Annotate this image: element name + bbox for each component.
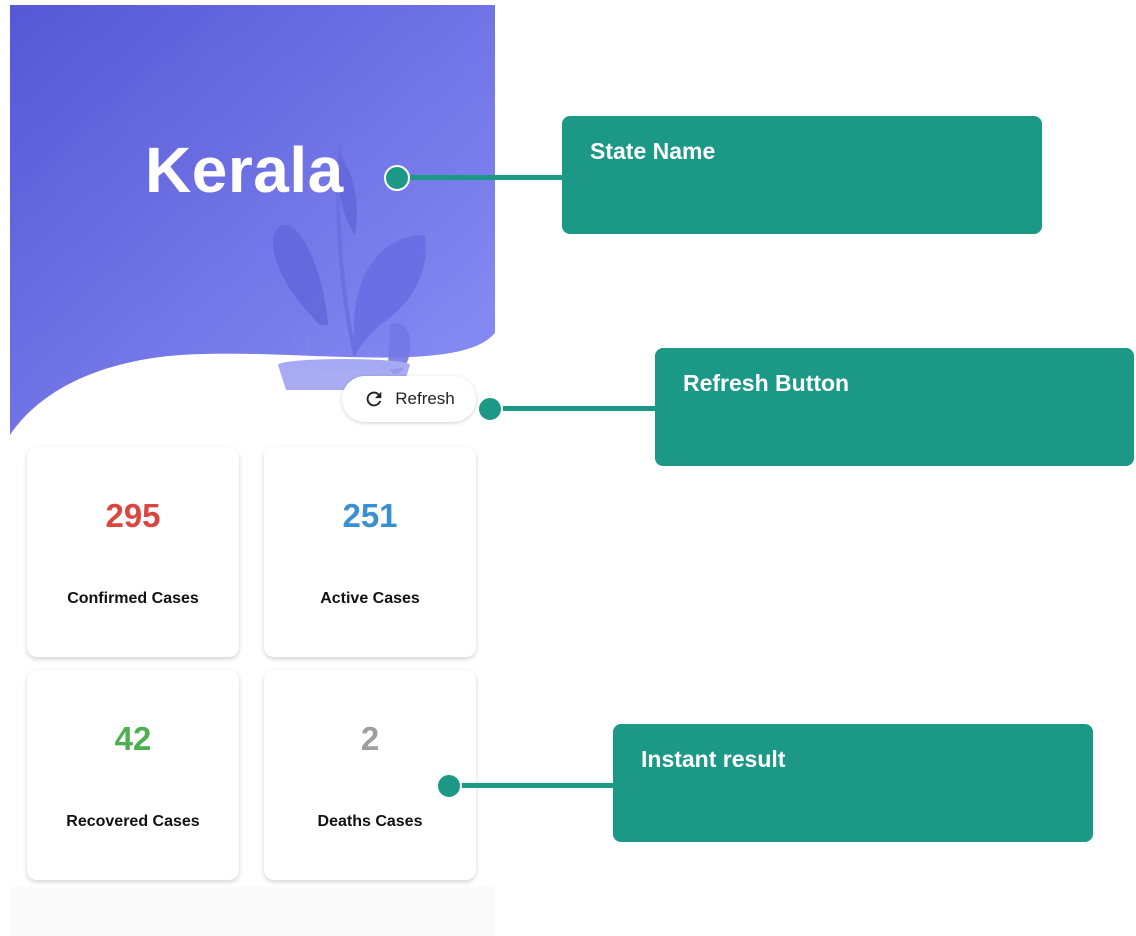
refresh-marker: [477, 396, 503, 422]
instant-result-marker: [436, 773, 462, 799]
deaths-label: Deaths Cases: [317, 813, 423, 830]
recovered-label: Recovered Cases: [66, 813, 200, 830]
confirmed-count: 295: [105, 497, 161, 534]
instant-result-callout: Instant result: [613, 724, 1093, 842]
state-name-callout-text: State Name: [590, 138, 716, 164]
recovered-count: 42: [114, 720, 152, 757]
refresh-callout: Refresh Button: [655, 348, 1134, 466]
refresh-connector: [490, 406, 658, 411]
refresh-callout-text: Refresh Button: [683, 370, 850, 396]
screenshot-stage: Kerala Refresh 295 Confirmed Cases 251 A…: [0, 0, 1136, 936]
deaths-count: 2: [360, 720, 380, 757]
state-title: Kerala: [145, 134, 344, 206]
refresh-label: Refresh: [395, 389, 455, 408]
confirmed-card: 295 Confirmed Cases: [27, 447, 239, 657]
phone-screen: Kerala Refresh 295 Confirmed Cases 251 A…: [10, 5, 495, 936]
instant-result-callout-text: Instant result: [641, 746, 786, 772]
active-card: 251 Active Cases: [264, 447, 476, 657]
refresh-button[interactable]: Refresh: [342, 376, 476, 422]
refresh-icon: [366, 391, 382, 407]
instant-result-connector: [448, 783, 616, 788]
state-name-callout: State Name: [562, 116, 1042, 234]
active-label: Active Cases: [320, 590, 420, 607]
recovered-card: 42 Recovered Cases: [27, 670, 239, 880]
active-count: 251: [342, 497, 398, 534]
state-name-connector: [396, 175, 566, 180]
confirmed-label: Confirmed Cases: [67, 590, 199, 607]
state-name-marker: [384, 165, 410, 191]
